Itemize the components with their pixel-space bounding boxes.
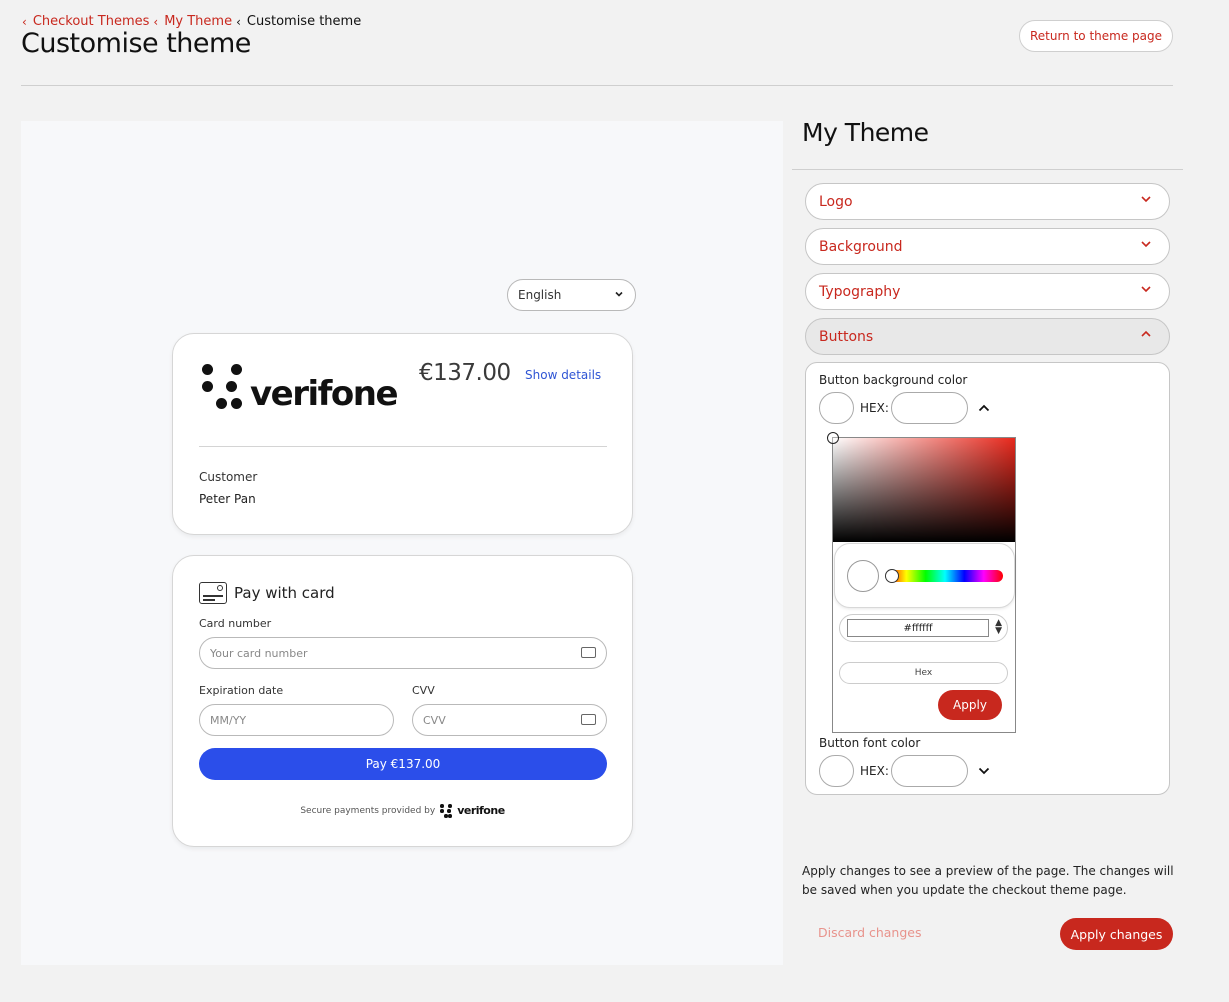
card-number-placeholder: Your card number — [210, 646, 308, 660]
hue-slider[interactable] — [887, 570, 1003, 582]
verifone-dots-icon — [440, 804, 452, 818]
saturation-handle[interactable] — [827, 432, 839, 444]
language-select[interactable]: English — [507, 279, 636, 311]
section-typography[interactable]: Typography — [805, 273, 1170, 310]
breadcrumb-my-theme[interactable]: My Theme — [164, 14, 232, 29]
buttons-section-body: Button background color HEX: #ffffff ▲ ▼ … — [805, 362, 1170, 795]
breadcrumb-current: Customise theme — [246, 14, 362, 29]
card-divider — [199, 446, 607, 447]
chevron-down-icon[interactable] — [978, 765, 990, 777]
theme-title: My Theme — [802, 118, 929, 147]
button-font-color-label: Button font color — [819, 736, 921, 750]
section-background-label: Background — [819, 238, 903, 255]
chevron-left-icon: ‹ — [153, 14, 159, 29]
chevron-up-icon — [1141, 330, 1151, 337]
expiration-label: Expiration date — [199, 684, 284, 697]
payment-card: Pay with card Card number Your card numb… — [172, 555, 633, 847]
section-typography-label: Typography — [819, 283, 901, 300]
card-icon — [581, 647, 596, 658]
verifone-logo-text: verifone — [250, 374, 399, 414]
button-bg-color-label: Button background color — [819, 373, 968, 387]
section-background[interactable]: Background — [805, 228, 1170, 265]
verifone-logo: verifone — [200, 361, 399, 414]
customer-label: Customer — [199, 470, 258, 484]
button-font-color-swatch[interactable] — [819, 755, 854, 787]
cvv-label: CVV — [412, 684, 435, 697]
order-amount: €137.00 — [419, 360, 511, 386]
chevron-left-icon: ‹ — [236, 14, 241, 29]
chevron-down-icon — [1141, 241, 1151, 248]
chevron-up-icon[interactable] — [978, 402, 990, 414]
checkout-preview: English verifone €137.00 Show details Cu… — [21, 121, 783, 965]
discard-changes-button[interactable]: Discard changes — [818, 925, 922, 940]
card-back-icon — [581, 714, 596, 725]
hex-label: HEX: — [860, 401, 889, 415]
hex-value[interactable]: #ffffff — [847, 619, 989, 637]
expiration-placeholder: MM/YY — [210, 713, 247, 727]
cvv-input[interactable]: CVV — [412, 704, 607, 736]
breadcrumb-checkout-themes[interactable]: Checkout Themes — [33, 14, 150, 29]
button-bg-color-swatch[interactable] — [819, 392, 854, 424]
button-font-hex-input[interactable] — [891, 755, 968, 787]
return-to-theme-button[interactable]: Return to theme page — [1019, 20, 1173, 52]
header-divider — [21, 85, 1173, 86]
color-picker: #ffffff ▲ ▼ Hex Apply — [827, 432, 1016, 733]
credit-card-icon — [199, 582, 227, 604]
pay-with-card-label: Pay with card — [234, 584, 335, 602]
current-color-swatch — [847, 560, 879, 592]
card-number-label: Card number — [199, 617, 272, 630]
panel-divider — [792, 169, 1183, 170]
saturation-area[interactable] — [827, 432, 1015, 542]
section-buttons[interactable]: Buttons — [805, 318, 1170, 355]
hue-panel — [834, 543, 1015, 608]
chevron-down-icon — [1141, 196, 1151, 203]
pay-with-card-heading: Pay with card — [199, 582, 335, 604]
picker-apply-button[interactable]: Apply — [938, 690, 1002, 720]
verifone-dots-icon — [200, 361, 246, 411]
expiration-input[interactable]: MM/YY — [199, 704, 394, 736]
hex-value-field[interactable]: #ffffff ▲ ▼ — [839, 614, 1008, 642]
section-logo-label: Logo — [819, 193, 853, 210]
button-bg-hex-input[interactable] — [891, 392, 968, 424]
chevron-left-icon: ‹ — [22, 14, 27, 29]
section-buttons-label: Buttons — [819, 328, 874, 345]
show-details-link[interactable]: Show details — [525, 368, 601, 382]
hex-label: HEX: — [860, 764, 889, 778]
breadcrumb: ‹ Checkout Themes ‹ My Theme ‹ Customise… — [22, 14, 361, 29]
apply-changes-button[interactable]: Apply changes — [1060, 918, 1173, 950]
order-summary-card: verifone €137.00 Show details Customer P… — [172, 333, 633, 535]
customer-name: Peter Pan — [199, 492, 256, 506]
chevron-down-icon — [614, 289, 624, 302]
language-value: English — [518, 288, 562, 302]
secure-text: Secure payments provided by — [300, 805, 436, 816]
spinner-icon[interactable]: ▲ ▼ — [995, 619, 1002, 636]
secure-payments-footer: Secure payments provided by verifone — [173, 804, 632, 818]
card-number-input[interactable]: Your card number — [199, 637, 607, 669]
color-mode-toggle[interactable]: Hex — [839, 662, 1008, 684]
cvv-placeholder: CVV — [423, 713, 446, 727]
apply-hint-text: Apply changes to see a preview of the pa… — [802, 864, 1174, 897]
hue-slider-handle[interactable] — [885, 569, 899, 583]
verifone-small-logo-text: verifone — [457, 804, 505, 817]
chevron-down-icon — [1141, 286, 1151, 293]
pay-button[interactable]: Pay €137.00 — [199, 748, 607, 780]
section-logo[interactable]: Logo — [805, 183, 1170, 220]
page-title: Customise theme — [21, 28, 251, 59]
